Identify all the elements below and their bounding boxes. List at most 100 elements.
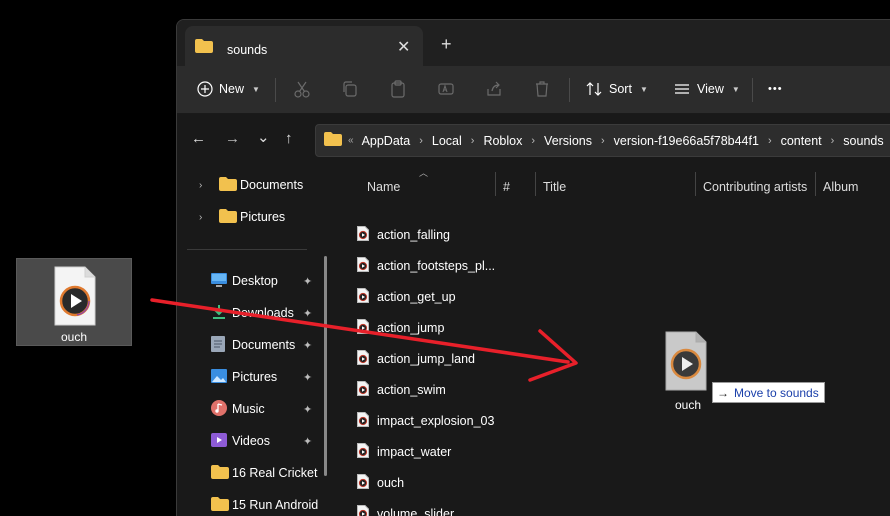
sort-button[interactable]: Sort ▼ <box>585 78 648 100</box>
sidebar-item-documents[interactable]: Documents ✦ <box>177 332 322 358</box>
close-tab-button[interactable]: ✕ <box>397 37 410 57</box>
column-divider[interactable] <box>695 172 696 196</box>
pin-icon: ✦ <box>303 275 313 288</box>
audio-file-icon <box>357 288 369 306</box>
breadcrumb-version[interactable]: version-f19e66a5f78b44f1 <box>614 134 759 148</box>
sidebar-item-pictures-library[interactable]: › Pictures <box>177 204 317 230</box>
sidebar-item-desktop[interactable]: Desktop ✦ <box>177 268 322 294</box>
up-button[interactable]: ↑ <box>285 130 293 147</box>
column-header-title[interactable]: Title <box>543 172 566 202</box>
sidebar-item-label: Documents <box>240 178 304 192</box>
breadcrumb-separator: › <box>767 134 772 147</box>
file-row[interactable]: action_jump <box>357 316 444 340</box>
sidebar-item-15-run-android[interactable]: 15 Run Android <box>177 492 322 516</box>
breadcrumb-separator: › <box>601 134 605 147</box>
more-options-button[interactable]: ••• <box>768 78 783 100</box>
breadcrumb-roblox[interactable]: Roblox <box>483 134 522 148</box>
column-header-name[interactable]: Name <box>367 172 400 202</box>
folder-icon <box>219 208 237 226</box>
sidebar-item-label: Downloads <box>232 306 294 320</box>
breadcrumb-overflow[interactable]: « <box>348 135 354 146</box>
breadcrumb-appdata[interactable]: AppData <box>362 134 411 148</box>
column-header-contributing-artists[interactable]: Contributing artists <box>703 172 807 202</box>
file-name: impact_water <box>377 445 452 459</box>
view-button[interactable]: View ▼ <box>673 78 740 100</box>
file-name: action_get_up <box>377 290 456 304</box>
audio-file-icon <box>53 265 97 330</box>
sidebar-item-music[interactable]: Music ✦ <box>177 396 322 422</box>
file-row[interactable]: impact_water <box>357 440 451 464</box>
sidebar-item-16-real-cricket[interactable]: 16 Real Cricket <box>177 460 322 486</box>
file-row[interactable]: action_footsteps_pl... <box>357 254 495 278</box>
column-divider[interactable] <box>815 172 816 196</box>
sidebar-item-label: 15 Run Android <box>232 498 319 512</box>
file-row[interactable]: action_get_up <box>357 285 456 309</box>
breadcrumb-local[interactable]: Local <box>432 134 462 148</box>
breadcrumb-separator: › <box>419 134 423 147</box>
sidebar-item-documents-library[interactable]: › Documents <box>177 172 317 198</box>
audio-file-icon <box>357 474 369 492</box>
address-row: ← → ⌄ ↑ « AppData › Local › Roblox › Ver… <box>177 114 890 166</box>
share-icon <box>485 80 503 98</box>
toolbar-divider <box>275 78 276 102</box>
breadcrumb-versions[interactable]: Versions <box>544 134 592 148</box>
new-label: New <box>219 82 245 96</box>
delete-button[interactable] <box>533 78 551 100</box>
scissors-icon <box>293 80 311 98</box>
plus-circle-icon <box>197 81 213 97</box>
tab-sounds[interactable]: sounds ✕ <box>185 26 423 66</box>
sidebar-item-label: Pictures <box>232 370 278 384</box>
sidebar-item-downloads[interactable]: Downloads ✦ <box>177 300 322 326</box>
sort-ascending-icon: ︿ <box>419 168 429 178</box>
sidebar-item-label: Pictures <box>240 210 286 224</box>
pin-icon: ✦ <box>303 339 313 352</box>
sidebar-item-pictures[interactable]: Pictures ✦ <box>177 364 322 390</box>
desktop-file-ouch[interactable]: ouch <box>16 258 132 346</box>
recent-locations-button[interactable]: ⌄ <box>257 128 270 146</box>
toolbar-divider <box>752 78 753 102</box>
paste-button[interactable] <box>389 78 407 100</box>
file-row[interactable]: ouch <box>357 471 404 495</box>
sort-label: Sort <box>609 82 632 96</box>
sidebar-scrollbar[interactable] <box>324 256 327 476</box>
copy-icon <box>341 80 359 98</box>
view-label: View <box>697 82 724 96</box>
pin-icon: ✦ <box>303 371 313 384</box>
breadcrumb-separator: › <box>470 134 475 147</box>
folder-icon <box>211 496 229 514</box>
audio-file-icon <box>357 443 369 461</box>
folder-icon <box>219 176 237 194</box>
copy-button[interactable] <box>341 78 359 100</box>
sidebar-item-label: Videos <box>232 434 270 448</box>
sidebar-item-label: Music <box>232 402 265 416</box>
column-header-album[interactable]: Album <box>823 172 858 202</box>
cut-button[interactable] <box>293 78 311 100</box>
back-button[interactable]: ← <box>191 130 206 147</box>
file-row[interactable]: volume_slider <box>357 502 454 516</box>
rename-icon <box>437 80 455 98</box>
forward-button[interactable]: → <box>225 130 240 147</box>
file-name: action_swim <box>377 383 446 397</box>
column-header-number[interactable]: # <box>503 172 510 202</box>
pin-icon: ✦ <box>303 307 313 320</box>
file-row[interactable]: action_swim <box>357 378 446 402</box>
new-button[interactable]: New ▼ <box>197 78 260 100</box>
toolbar-divider <box>569 78 570 102</box>
breadcrumb-sounds[interactable]: sounds <box>843 134 883 148</box>
breadcrumb-content[interactable]: content <box>781 134 822 148</box>
file-row[interactable]: impact_explosion_03 <box>357 409 494 433</box>
new-tab-button[interactable]: + <box>441 34 452 55</box>
file-row[interactable]: action_jump_land <box>357 347 475 371</box>
folder-icon <box>211 464 229 482</box>
address-bar[interactable]: « AppData › Local › Roblox › Versions › … <box>315 124 890 157</box>
column-divider[interactable] <box>495 172 496 196</box>
share-button[interactable] <box>485 78 503 100</box>
drag-tooltip-text: Move to sounds <box>734 385 819 400</box>
column-divider[interactable] <box>535 172 536 196</box>
music-icon <box>211 399 227 419</box>
audio-file-icon <box>357 381 369 399</box>
sidebar-item-videos[interactable]: Videos ✦ <box>177 428 322 454</box>
rename-button[interactable] <box>437 78 455 100</box>
clipboard-icon <box>389 80 407 98</box>
file-row[interactable]: action_falling <box>357 223 450 247</box>
